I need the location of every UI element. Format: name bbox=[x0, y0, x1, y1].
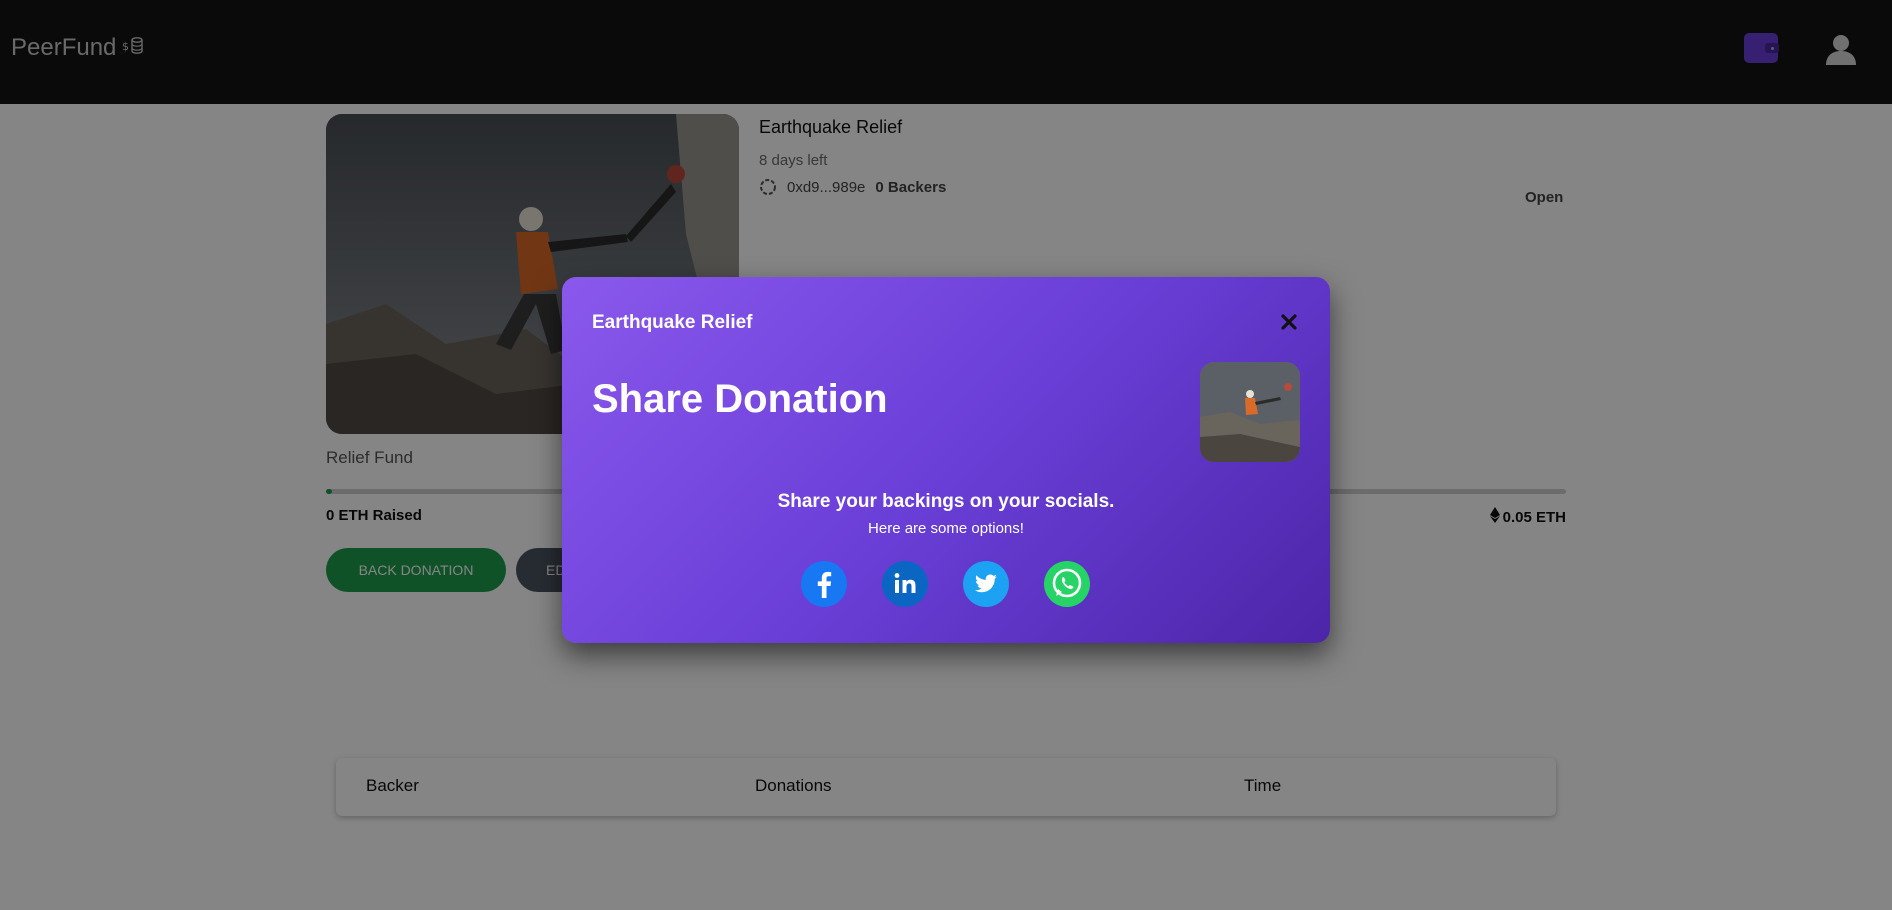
share-donation-modal: Earthquake Relief Share Donation Share y… bbox=[562, 277, 1330, 643]
campaign-thumbnail bbox=[1200, 362, 1300, 462]
twitter-icon[interactable] bbox=[963, 561, 1009, 607]
modal-title: Earthquake Relief bbox=[592, 312, 753, 333]
facebook-icon[interactable] bbox=[801, 561, 847, 607]
modal-heading: Share Donation bbox=[592, 377, 888, 421]
share-message: Share your backings on your socials. bbox=[777, 491, 1115, 512]
whatsapp-icon[interactable] bbox=[1044, 561, 1090, 607]
social-share-buttons bbox=[801, 561, 1090, 607]
share-sub-message: Here are some options! bbox=[868, 520, 1024, 537]
linkedin-icon[interactable] bbox=[882, 561, 928, 607]
close-icon[interactable] bbox=[1278, 311, 1300, 333]
